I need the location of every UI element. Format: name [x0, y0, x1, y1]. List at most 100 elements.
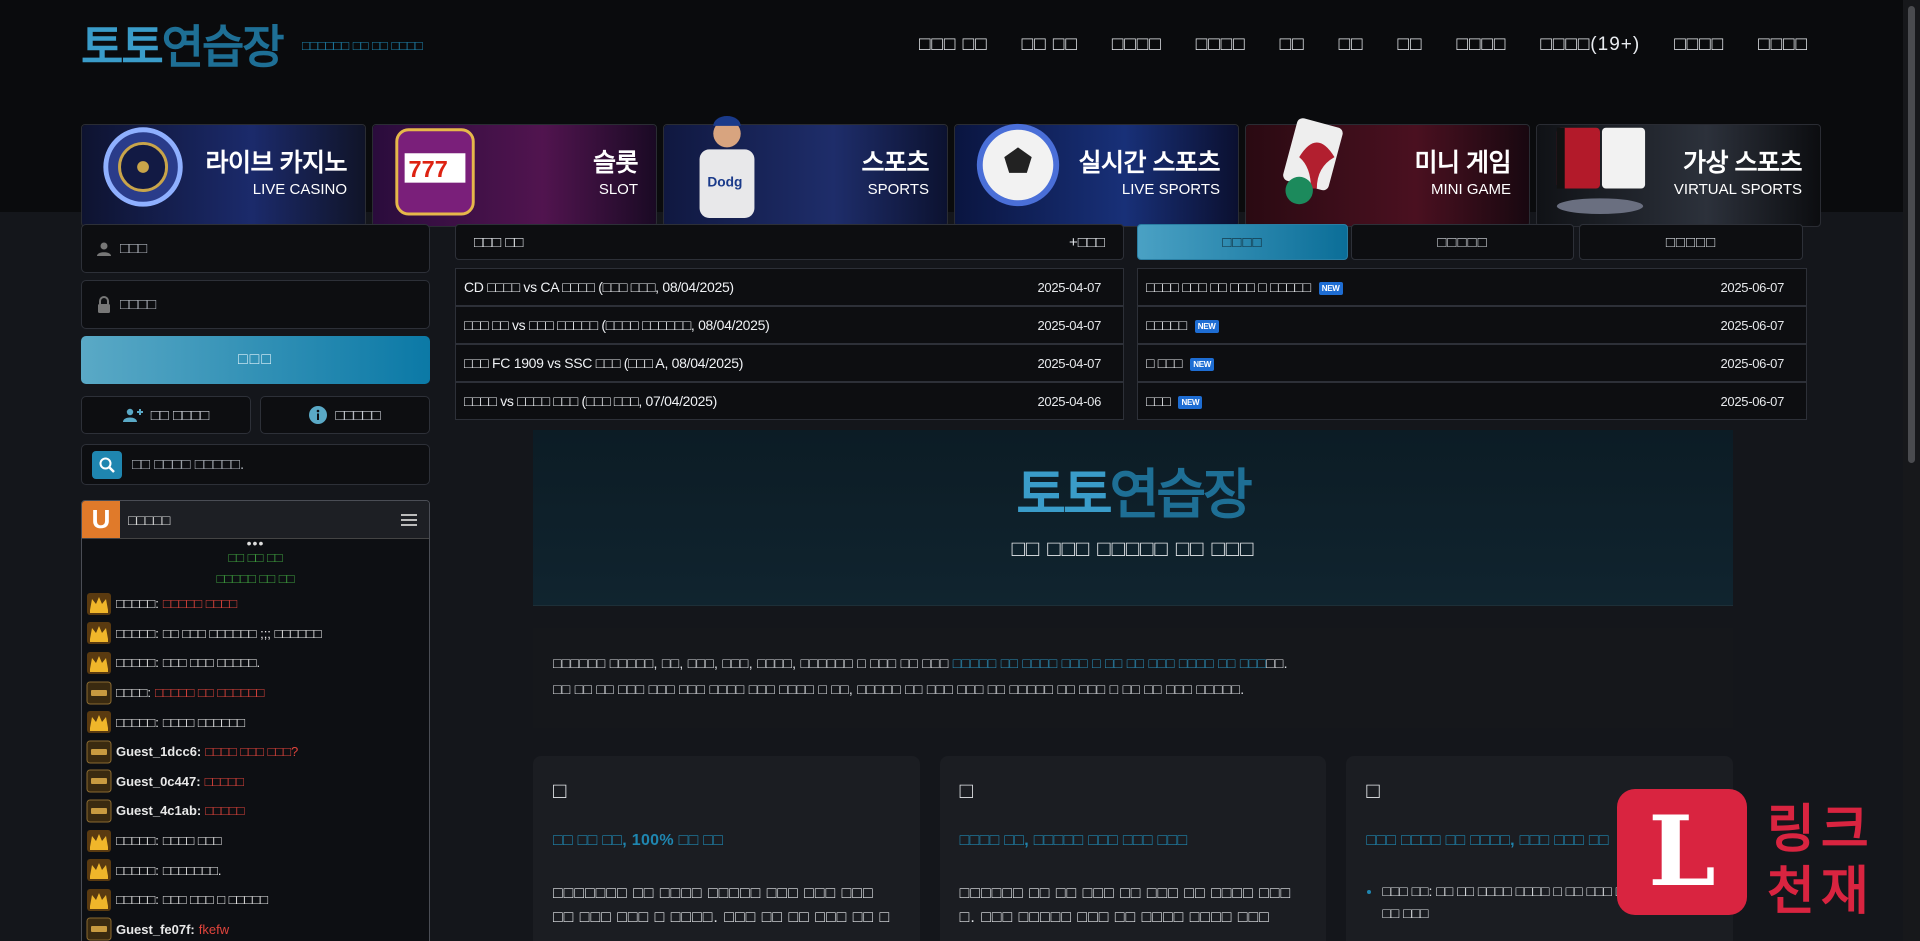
banner-live-casino[interactable]: 라이브 카지노 LIVE CASINO: [81, 124, 366, 227]
chat-messages: □□□□□: □□□□□ □□□□ □□□□□: □□ □□□ □□□□□□ ;;; …: [82, 589, 429, 941]
nav-item[interactable]: □□ □□: [1022, 34, 1078, 56]
chat-text: □□□□□□□.: [162, 862, 222, 878]
match-panel: □□□ □□ +□□□ CD □□□□ vs CA □□□□ (□□□ □□□,…: [455, 224, 1124, 421]
hero-section: 토토연습장 □□ □□□ □□□□□ □□ □□□: [533, 430, 1733, 606]
menu-icon[interactable]: [401, 513, 417, 526]
banner-subtitle: MINI GAME: [1430, 181, 1511, 198]
banner-virtual-sports[interactable]: 가상 스포츠 VIRTUAL SPORTS: [1536, 124, 1821, 227]
chat-username[interactable]: □□□□□:: [116, 626, 159, 641]
logo-part2: 연습장: [161, 20, 285, 74]
new-badge: NEW: [1318, 281, 1343, 295]
nav-item[interactable]: □□□□: [1456, 34, 1506, 56]
banner-subtitle: LIVE SPORTS: [1121, 181, 1220, 198]
nav-item[interactable]: □□□□: [1112, 34, 1162, 56]
chat-username[interactable]: □□□□:: [116, 685, 151, 700]
match-panel-title: □□□ □□: [474, 233, 524, 251]
scrollbar[interactable]: [1903, 0, 1920, 941]
watermark-letter: L: [1648, 795, 1716, 908]
watermark-logo: L 링크 천재: [1617, 787, 1897, 922]
scrollbar-thumb[interactable]: [1908, 6, 1915, 463]
chat-username[interactable]: □□□□□:: [116, 655, 159, 670]
match-row[interactable]: □□□ FC 1909 vs SSC □□□ (□□□ A, 08/04/202…: [455, 344, 1124, 382]
nav-item[interactable]: □□□ □□: [919, 34, 988, 56]
match-panel-header: □□□ □□ +□□□: [455, 224, 1124, 260]
notice-date: 2025-06-07: [1720, 393, 1785, 409]
chat-message: □□□□□: □□□ □□□ □□□□□.: [82, 648, 429, 678]
signup-label: □□ □□□□: [150, 406, 210, 424]
rank-badge-icon: [86, 917, 112, 941]
banner-subtitle: SLOT: [598, 181, 638, 198]
nav-item[interactable]: □□: [1280, 34, 1305, 56]
intro-line1-end: □□.: [1266, 655, 1288, 671]
chat-message: Guest_fe07f: fkefw: [82, 915, 429, 941]
password-field[interactable]: □□□□: [81, 280, 430, 329]
match-title: □□□□ vs □□□□ □□□ (□□□ □□□, 07/04/2025): [464, 393, 717, 409]
login-button[interactable]: □□□: [81, 336, 430, 384]
search-bar[interactable]: □□ □□□□ □□□□□.: [81, 444, 430, 485]
card-title: □□ □□ □□, 100% □□ □□: [553, 832, 724, 849]
chat-text: □□□ □□□ □□□□□.: [162, 655, 261, 671]
chat-username[interactable]: □□□□□:: [116, 892, 159, 907]
match-row[interactable]: CD □□□□ vs CA □□□□ (□□□ □□□, 08/04/2025)…: [455, 268, 1124, 306]
chat-username[interactable]: □□□□□:: [116, 833, 159, 848]
search-placeholder: □□ □□□□ □□□□□.: [132, 456, 245, 473]
chat-username[interactable]: □□□□□:: [116, 863, 159, 878]
chat-text: □□ □□□ □□□□□□ ;;; □□□□□□: [162, 625, 322, 641]
feature-card: □ □□ □□ □□, 100% □□ □□ □□□□□□□ □□ □□□□ □…: [533, 756, 920, 941]
nav-item[interactable]: □□□□: [1196, 34, 1246, 56]
match-row[interactable]: □□□□ vs □□□□ □□□ (□□□ □□□, 07/04/2025) 20…: [455, 382, 1124, 420]
match-row[interactable]: □□□ □□ vs □□□ □□□□□ (□□□□ □□□□□□, 08/04/…: [455, 306, 1124, 344]
chat-username[interactable]: Guest_4c1ab:: [116, 803, 201, 818]
match-date: 2025-04-07: [1037, 317, 1102, 333]
nav-item[interactable]: □□□□(19+): [1540, 34, 1640, 56]
crown-icon: [86, 651, 112, 675]
chat-username[interactable]: Guest_0c447:: [116, 774, 201, 789]
banner-live-sports[interactable]: 실시간 스포츠 LIVE SPORTS: [954, 123, 1239, 227]
banner-title: 미니 게임: [1414, 149, 1512, 177]
nav-item[interactable]: □□: [1398, 34, 1423, 56]
help-button[interactable]: □□□□□: [260, 396, 430, 434]
intro-text: □□□□□□ □□□□□, □□, □□□, □□□, □□□□, □□□□□□…: [533, 628, 1733, 728]
chat-notice-1: □□ □□ □□: [228, 550, 283, 565]
chat-message: □□□□□: □□□□□□□.: [82, 855, 429, 885]
more-link[interactable]: +□□□: [1069, 234, 1105, 251]
notice-row[interactable]: □□□□ □□□ □□ □□□ □ □□□□□ NEW 2025-06-07: [1137, 268, 1807, 306]
chat-header: U □□□□□: [82, 501, 429, 539]
soccer-ball-icon: [976, 123, 1060, 207]
intro-line2: □□ □□ □□ □□□ □□□ □□□ □□□□ □□□ □□□□ □ □□,…: [553, 681, 1245, 697]
chat-username[interactable]: □□□□□:: [116, 715, 159, 730]
chat-title: □□□□□: [128, 511, 171, 528]
notice-title: □□□□ □□□ □□ □□□ □ □□□□□: [1146, 279, 1311, 295]
card-icon: □: [959, 778, 973, 803]
notice-row[interactable]: □□□□□ NEW 2025-06-07: [1137, 306, 1807, 344]
chat-message: □□□□□: □□ □□□ □□□□□□ ;;; □□□□□□: [82, 619, 429, 649]
chat-username[interactable]: Guest_1dcc6:: [116, 744, 201, 759]
hero-logo: 토토연습장: [1016, 463, 1252, 526]
watermark-box: L: [1617, 789, 1747, 915]
banner-slot[interactable]: 777 슬롯 SLOT: [372, 124, 657, 227]
chat-username[interactable]: Guest_fe07f:: [116, 922, 195, 937]
notice-row[interactable]: □□□ NEW 2025-06-07: [1137, 382, 1807, 420]
match-date: 2025-04-07: [1037, 355, 1102, 371]
banner-title: 라이브 카지노: [205, 149, 348, 177]
site-logo[interactable]: 토토연습장: [81, 18, 285, 76]
notice-title-wrap: □□□ NEW: [1146, 393, 1203, 409]
help-label: □□□□□: [335, 406, 381, 424]
banner-mini-game[interactable]: 미니 게임 MINI GAME: [1245, 118, 1530, 227]
search-icon[interactable]: [92, 450, 122, 479]
hero-tagline: □□ □□□ □□□□□ □□ □□□: [1011, 536, 1255, 561]
nav-item[interactable]: □□□□: [1674, 34, 1724, 56]
nav-item[interactable]: □□: [1339, 34, 1364, 56]
username-field[interactable]: □□□: [81, 224, 430, 273]
signup-button[interactable]: □□ □□□□: [81, 396, 251, 434]
banner-title: 실시간 스포츠: [1078, 149, 1221, 177]
banner-subtitle: VIRTUAL SPORTS: [1673, 181, 1802, 198]
intro-highlight: □□□□□ □□ □□□□ □□□ □ □□ □□ □□□ □□□□ □□ □□…: [952, 655, 1267, 671]
cards-icon: [1283, 118, 1343, 205]
banner-sports[interactable]: Dodg 스포츠 SPORTS: [663, 116, 948, 227]
notice-date: 2025-06-07: [1720, 317, 1785, 333]
nav-item[interactable]: □□□□: [1758, 34, 1808, 56]
notice-row[interactable]: □ □□□ NEW 2025-06-07: [1137, 344, 1807, 382]
chat-message: □□□□□: □□□□ □□□□□□: [82, 707, 429, 737]
chat-username[interactable]: □□□□□:: [116, 596, 159, 611]
